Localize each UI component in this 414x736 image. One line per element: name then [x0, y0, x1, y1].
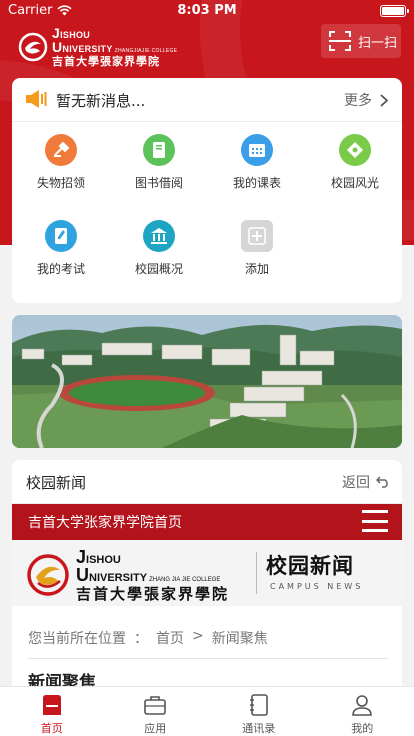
- book-icon: [143, 134, 175, 166]
- shortcut-label: 校园概况: [134, 262, 183, 276]
- scan-icon: [329, 31, 351, 51]
- exam-icon: [45, 220, 77, 252]
- shortcut-scenery[interactable]: 校园风光: [306, 134, 404, 191]
- scenery-icon: [339, 134, 371, 166]
- website-title[interactable]: 吉首大学张家界学院首页: [28, 512, 182, 532]
- shortcuts-card: 暂无新消息... 更多 失物招领 图书借阅 我的课表 校园风光 我的考试 校园概…: [12, 78, 402, 303]
- shortcut-label: 我的考试: [36, 262, 85, 276]
- logo-wordmark: JISHOU UNIVERSITY ZHANGJIAJIE COLLEGE 吉首大…: [52, 26, 177, 67]
- breadcrumb-separator: ：: [134, 631, 148, 647]
- logo-subtitle: ZHANGJIAJIE COLLEGE: [114, 48, 178, 54]
- notice-bar[interactable]: 暂无新消息... 更多: [12, 78, 402, 122]
- lost-found-icon: [45, 134, 77, 166]
- bottom-tab-bar: 首页 应用 通讯录 我的: [0, 686, 414, 736]
- banner-divider: [256, 552, 257, 594]
- shortcut-lost-found[interactable]: 失物招领: [12, 134, 110, 191]
- logo-chinese: 吉首大學張家界學院: [76, 585, 230, 603]
- tab-home[interactable]: 首页: [0, 687, 104, 736]
- shortcut-add[interactable]: 添加: [208, 220, 306, 277]
- banner-section-title: 校园新闻: [266, 554, 354, 578]
- shortcut-schedule[interactable]: 我的课表: [208, 134, 306, 191]
- scan-button[interactable]: 扫一扫: [321, 24, 401, 58]
- speaker-icon: [26, 90, 47, 108]
- back-label: 返回: [342, 475, 370, 491]
- add-icon: [241, 220, 273, 252]
- logo-chinese: 吉首大學張家界學院: [52, 55, 160, 68]
- home-icon: [39, 692, 65, 718]
- tab-profile[interactable]: 我的: [311, 687, 414, 736]
- logo-letter: U: [76, 565, 89, 585]
- college-logo: JISHOU UNIVERSITY ZHANGJIAJIE COLLEGE 吉首大…: [18, 26, 177, 67]
- tab-label: 首页: [40, 722, 63, 735]
- contacts-icon: [246, 692, 272, 718]
- logo-word: ISHOU: [60, 30, 91, 40]
- scan-label: 扫一扫: [358, 35, 398, 51]
- notice-message: 暂无新消息...: [56, 92, 146, 110]
- tab-apps[interactable]: 应用: [104, 687, 208, 736]
- logo-word: ISHOU: [86, 554, 121, 566]
- campus-banner-image[interactable]: [12, 315, 402, 448]
- hamburger-menu-icon[interactable]: [362, 510, 388, 532]
- profile-icon: [349, 692, 375, 718]
- battery-icon: [380, 5, 409, 17]
- clock: 8:03 PM: [177, 3, 237, 18]
- chevron-right-icon: [380, 93, 388, 107]
- shortcut-label: 图书借阅: [134, 176, 183, 190]
- shortcut-label: 校园风光: [330, 176, 379, 190]
- shortcut-exam[interactable]: 我的考试: [12, 220, 110, 277]
- breadcrumb: 您当前所在位置 ： 首页 > 新闻聚焦: [28, 628, 388, 659]
- breadcrumb-prefix: 您当前所在位置: [28, 631, 126, 647]
- tab-label: 应用: [144, 722, 167, 735]
- briefcase-icon: [142, 692, 168, 718]
- breadcrumb-separator: >: [192, 628, 204, 644]
- return-icon: [376, 476, 388, 488]
- logo-word: NIVERSITY: [89, 572, 148, 584]
- logo-subtitle: ZHANG JIA JIE COLLEGE: [149, 577, 221, 583]
- campus-overview-icon: [143, 220, 175, 252]
- schedule-icon: [241, 134, 273, 166]
- banner-section-subtitle: CAMPUS NEWS: [270, 582, 364, 591]
- logo-letter: J: [76, 547, 87, 567]
- website-logo: JISHOU UNIVERSITY ZHANG JIA JIE COLLEGE 吉…: [26, 548, 229, 602]
- campus-news-card: 校园新闻 返回 吉首大学张家界学院首页 JISHOU UNIVERSITY ZHA…: [12, 460, 402, 720]
- status-bar: Carrier 8:03 PM: [0, 0, 414, 22]
- campus-aerial-photo: [12, 315, 402, 448]
- tab-label: 我的: [351, 722, 374, 735]
- logo-letter: U: [52, 39, 63, 55]
- back-button[interactable]: 返回: [342, 472, 390, 492]
- shortcut-label: 失物招领: [36, 176, 85, 190]
- breadcrumb-home[interactable]: 首页: [156, 628, 184, 648]
- more-link[interactable]: 更多: [344, 90, 388, 110]
- news-title: 校园新闻: [26, 474, 87, 492]
- logo-emblem-icon: [18, 32, 48, 61]
- breadcrumb-current[interactable]: 新闻聚焦: [212, 628, 268, 648]
- more-label: 更多: [344, 93, 372, 109]
- tab-label: 通讯录: [242, 722, 276, 735]
- shortcut-campus-overview[interactable]: 校园概况: [110, 220, 208, 277]
- shortcut-label: 添加: [244, 262, 269, 276]
- news-header: 校园新闻 返回: [12, 460, 402, 504]
- tab-contacts[interactable]: 通讯录: [207, 687, 311, 736]
- website-banner: JISHOU UNIVERSITY ZHANG JIA JIE COLLEGE 吉…: [12, 540, 402, 606]
- shortcut-books[interactable]: 图书借阅: [110, 134, 208, 191]
- shortcut-label: 我的课表: [232, 176, 281, 190]
- logo-emblem-icon: [27, 554, 69, 596]
- website-nav-bar: 吉首大学张家界学院首页: [12, 504, 402, 540]
- logo-word: NIVERSITY: [62, 44, 113, 54]
- divider: [28, 658, 388, 659]
